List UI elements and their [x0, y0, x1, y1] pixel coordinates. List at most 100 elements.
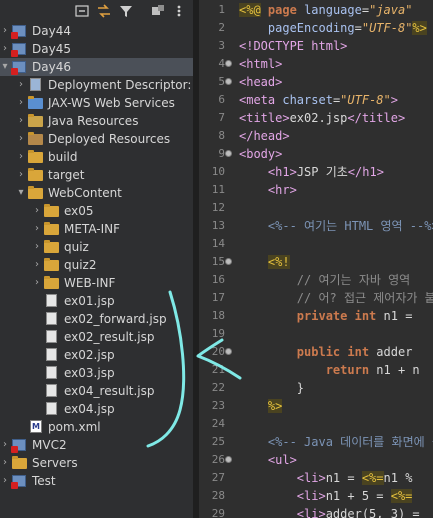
tree-item-ex04-jsp[interactable]: ex04.jsp [0, 400, 193, 418]
chevron-right-icon[interactable]: › [0, 22, 10, 40]
code-line[interactable]: <!DOCTYPE html> [239, 37, 347, 55]
code-line[interactable]: <li>n1 = <%=n1 % [239, 469, 412, 487]
code-line[interactable]: <li>n1 + 5 = <%= [239, 487, 413, 505]
chevron-right-icon[interactable]: › [0, 454, 10, 472]
tree-item-pom-xml[interactable]: Mpom.xml [0, 418, 193, 436]
tree-item-java-resources[interactable]: › Java Resources [0, 112, 193, 130]
chevron-right-icon[interactable]: › [32, 274, 42, 292]
fold-toggle-icon[interactable] [225, 258, 232, 265]
code-line[interactable]: // 어? 접근 제어자가 붙어 [239, 289, 433, 307]
focus-icon[interactable] [150, 3, 166, 19]
code-token: <%-- 여기는 HTML 영역 --%> [267, 219, 433, 233]
chevron-right-icon[interactable]: › [0, 436, 10, 454]
tree-item-day44[interactable]: › Day44 [0, 22, 193, 40]
filter-icon[interactable] [118, 3, 134, 19]
tree-item-ex04-result-jsp[interactable]: ex04_result.jsp [0, 382, 193, 400]
code-line[interactable]: %> [239, 397, 283, 415]
chevron-right-icon[interactable]: › [16, 148, 26, 166]
code-token: <li> [296, 489, 326, 503]
code-token: page [267, 3, 297, 17]
tree-item-jax-ws-web-services[interactable]: › JAX-WS Web Services [0, 94, 193, 112]
chevron-down-icon[interactable]: ▾ [0, 58, 10, 76]
chevron-right-icon[interactable]: › [0, 472, 10, 490]
code-line[interactable]: private int n1 = [239, 307, 420, 325]
tree-item-ex03-jsp[interactable]: ex03.jsp [0, 364, 193, 382]
tree-item-label: WEB-INF [64, 276, 116, 290]
code-token: <li> [296, 471, 326, 485]
code-line[interactable]: </head> [239, 127, 290, 145]
tree-item-quiz2[interactable]: › quiz2 [0, 256, 193, 274]
code-line[interactable]: pageEncoding="UTF-8"%> [239, 19, 427, 37]
error-badge-icon [11, 446, 18, 453]
code-line[interactable]: <html> [239, 55, 282, 73]
fold-toggle-icon[interactable] [225, 78, 232, 85]
code-line[interactable]: <%! [239, 253, 290, 271]
tree-item-deployed-resources[interactable]: › Deployed Resources [0, 130, 193, 148]
chevron-right-icon[interactable]: › [16, 94, 26, 112]
folder-icon [12, 456, 28, 470]
tree-item-web-inf[interactable]: › WEB-INF [0, 274, 193, 292]
tree-item-webcontent[interactable]: ▾ WebContent [0, 184, 193, 202]
fold-toggle-icon[interactable] [225, 60, 232, 67]
code-line[interactable]: <head> [239, 73, 282, 91]
tree-item-build[interactable]: › build [0, 148, 193, 166]
code-line[interactable]: <hr> [239, 181, 297, 199]
chevron-right-icon[interactable]: › [0, 40, 10, 58]
chevron-right-icon[interactable]: › [16, 76, 26, 94]
fold-toggle-icon[interactable] [225, 150, 232, 157]
code-line[interactable]: public int adder [239, 343, 413, 361]
tree-item-meta-inf[interactable]: › META-INF [0, 220, 193, 238]
tree-item-ex02-result-jsp[interactable]: ex02_result.jsp [0, 328, 193, 346]
code-line[interactable]: <li>adder(5, 3) = [239, 505, 420, 518]
chevron-right-icon[interactable]: › [32, 220, 42, 238]
tree-item-ex02-forward-jsp[interactable]: ex02_forward.jsp [0, 310, 193, 328]
code-line[interactable]: <ul> [239, 451, 297, 469]
tree-item-label: target [48, 168, 85, 182]
tree-item-mvc2[interactable]: › MVC2 [0, 436, 193, 454]
tree-item-quiz[interactable]: › quiz [0, 238, 193, 256]
tree-item-deployment-descriptor-d[interactable]: › Deployment Descriptor: D [0, 76, 193, 94]
code-editor[interactable]: 1 2 3 4 5 6 7 8 9 10 11 12 13 14 15 16 17 18 19 20 21 22 23 24 2… [199, 0, 433, 518]
collapse-all-icon[interactable] [74, 3, 90, 19]
folder-icon [28, 150, 44, 164]
tree-item-label: pom.xml [48, 420, 101, 434]
chevron-right-icon[interactable]: › [32, 202, 42, 220]
project-icon [11, 60, 28, 75]
view-menu-icon[interactable] [174, 3, 184, 19]
line-number: 1 [218, 3, 225, 16]
code-token: "UTF-8" [340, 93, 391, 107]
chevron-right-icon[interactable]: › [32, 238, 42, 256]
code-line[interactable]: <h1>JSP 기초</h1> [239, 163, 384, 181]
tree-item-day46[interactable]: ▾ Day46 [0, 58, 193, 76]
chevron-down-icon[interactable]: ▾ [16, 184, 26, 202]
code-line[interactable]: <%@ page language="java" [239, 1, 412, 19]
tree-item-day45[interactable]: › Day45 [0, 40, 193, 58]
tree-item-label: build [48, 150, 78, 164]
code-line[interactable]: // 여기는 자바 영역 [239, 271, 410, 289]
code-line[interactable]: <%-- 여기는 HTML 영역 --%> [239, 217, 433, 235]
code-line[interactable]: <%-- Java 데이터를 화면에 출 [239, 433, 433, 451]
chevron-right-icon[interactable]: › [16, 130, 26, 148]
chevron-right-icon[interactable]: › [16, 112, 26, 130]
code-line[interactable]: return n1 + n [239, 361, 420, 379]
chevron-right-icon[interactable]: › [32, 256, 42, 274]
fold-toggle-icon[interactable] [225, 456, 232, 463]
chevron-right-icon[interactable]: › [16, 166, 26, 184]
link-with-editor-icon[interactable] [96, 3, 112, 19]
code-line[interactable]: } [239, 379, 304, 397]
fold-toggle-icon[interactable] [225, 348, 232, 355]
tree-item-ex01-jsp[interactable]: ex01.jsp [0, 292, 193, 310]
tree-item-target[interactable]: › target [0, 166, 193, 184]
jsp-file-icon [44, 330, 60, 344]
tree-item-ex02-jsp[interactable]: ex02.jsp [0, 346, 193, 364]
tree-item-ex05[interactable]: › ex05 [0, 202, 193, 220]
tree-item-test[interactable]: › Test [0, 472, 193, 490]
code-line[interactable]: <meta charset="UTF-8"> [239, 91, 398, 109]
code-line[interactable]: <body> [239, 145, 282, 163]
tree-item-servers[interactable]: › Servers [0, 454, 193, 472]
code-line[interactable]: <title>ex02.jsp</title> [239, 109, 405, 127]
